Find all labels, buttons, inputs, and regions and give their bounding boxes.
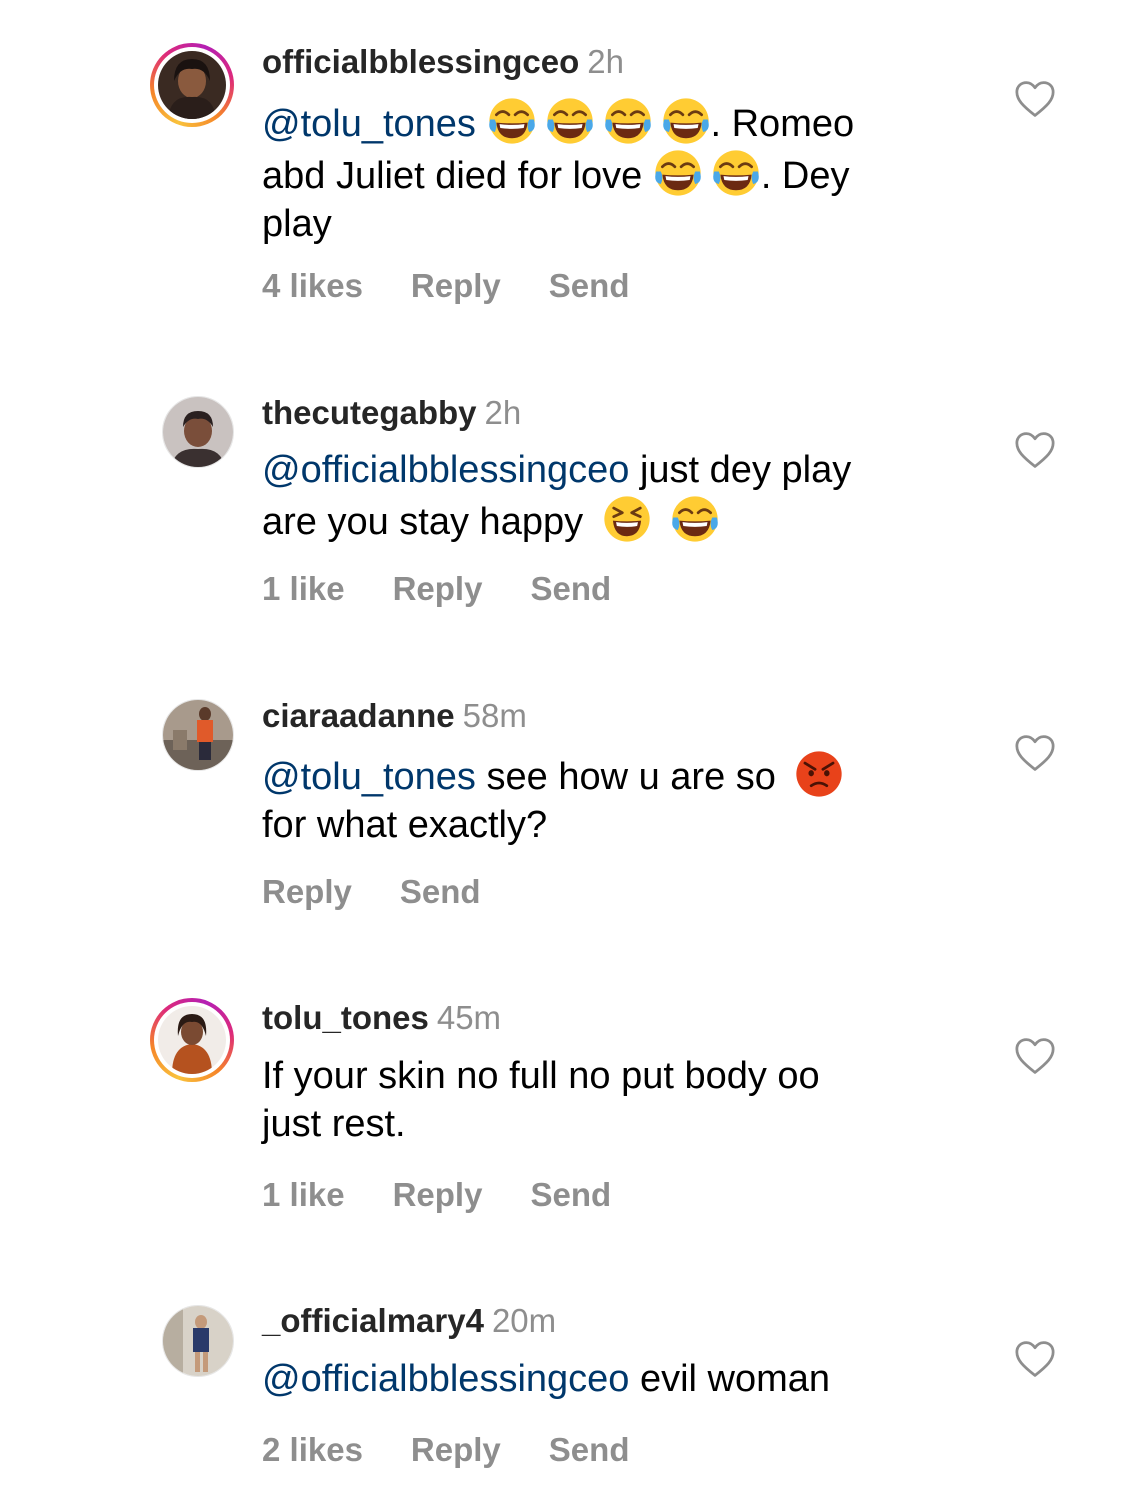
send-button[interactable]: Send (530, 1176, 611, 1213)
reply-button[interactable]: Reply (393, 1176, 483, 1213)
reply-button[interactable]: Reply (393, 570, 483, 607)
reply-button[interactable]: Reply (411, 1431, 501, 1468)
avatar-story-ring[interactable] (150, 43, 234, 127)
comment-text-segment: abd Juliet died for love (262, 155, 643, 197)
comment-text-segment: play (262, 203, 332, 245)
comment-text: If your skin no full no put body oo just… (262, 1052, 962, 1148)
comment-text: @officialbblessingceo just dey play are … (262, 446, 982, 546)
like-heart-icon[interactable] (1014, 734, 1056, 772)
face-with-tears-of-joy-icon (487, 96, 537, 146)
avatar-story-ring[interactable] (150, 998, 234, 1082)
reply-button[interactable]: Reply (262, 873, 352, 910)
comment-time: 20m (491, 1302, 557, 1339)
likes-count[interactable]: 4 likes (262, 267, 363, 304)
reply-button[interactable]: Reply (411, 267, 501, 304)
avatar[interactable] (158, 1006, 226, 1074)
comment-text-segment: evil woman (629, 1358, 831, 1400)
comment-text: @tolu_tones . Romeo abd Juliet died for … (262, 96, 962, 248)
send-button[interactable]: Send (549, 1431, 630, 1468)
like-heart-icon[interactable] (1014, 80, 1056, 118)
comment-time: 2h (484, 394, 522, 431)
face-with-tears-of-joy-icon (545, 96, 595, 146)
comment-text-segment: just dey play (629, 449, 852, 491)
comment-username[interactable]: _officialmary4 (262, 1302, 484, 1339)
face-with-tears-of-joy-icon (653, 148, 703, 198)
comment-time: 2h (587, 43, 624, 80)
like-heart-icon[interactable] (1014, 1037, 1056, 1075)
comment-username[interactable]: tolu_tones (262, 999, 429, 1036)
send-button[interactable]: Send (530, 570, 611, 607)
avatar[interactable] (162, 699, 234, 771)
mention-link[interactable]: @tolu_tones (262, 103, 476, 145)
comment-text: @officialbblessingceo evil woman (262, 1355, 982, 1403)
grinning-squinting-face-icon (602, 494, 652, 544)
comment-text-segment: If your skin no full no put body oo (262, 1055, 820, 1097)
like-heart-icon[interactable] (1014, 1340, 1056, 1378)
mention-link[interactable]: @officialbblessingceo (262, 449, 629, 491)
avatar[interactable] (162, 396, 234, 468)
comment-username[interactable]: officialbblessingceo (262, 43, 579, 80)
comment-text-segment: . Romeo (710, 103, 855, 145)
mention-link[interactable]: @officialbblessingceo (262, 1358, 629, 1400)
likes-count[interactable]: 2 likes (262, 1431, 363, 1468)
send-button[interactable]: Send (549, 267, 630, 304)
comment-text: @tolu_tones see how u are so for what ex… (262, 749, 982, 849)
face-with-tears-of-joy-icon (711, 148, 761, 198)
comments-feed: officialbblessingceo 2h @tolu_tones . Rom… (0, 0, 1125, 1512)
comment-text-segment: see how u are so (475, 756, 776, 798)
comment-username[interactable]: thecutegabby (262, 394, 477, 431)
mention-link[interactable]: @tolu_tones (262, 756, 476, 798)
pouting-face-icon (794, 749, 844, 799)
comment-text-segment: for what exactly? (262, 804, 548, 846)
avatar-frame[interactable] (149, 1292, 234, 1377)
comment-text-segment: . Dey (760, 155, 850, 197)
comment-username[interactable]: ciaraadanne (262, 697, 455, 734)
avatar[interactable] (162, 1305, 234, 1377)
like-heart-icon[interactable] (1014, 431, 1056, 469)
likes-count[interactable]: 1 like (262, 1176, 345, 1213)
comment-text-segment: just rest. (262, 1103, 406, 1145)
likes-count[interactable]: 1 like (262, 570, 345, 607)
comment-time: 58m (462, 697, 527, 734)
send-button[interactable]: Send (400, 873, 481, 910)
avatar-frame[interactable] (149, 383, 234, 468)
avatar-frame[interactable] (149, 686, 234, 771)
face-with-tears-of-joy-icon (670, 494, 720, 544)
face-with-tears-of-joy-icon (661, 96, 711, 146)
comment-text-segment: are you stay happy (262, 501, 584, 543)
comment-time: 45m (436, 999, 502, 1036)
face-with-tears-of-joy-icon (603, 96, 653, 146)
avatar[interactable] (158, 51, 226, 119)
